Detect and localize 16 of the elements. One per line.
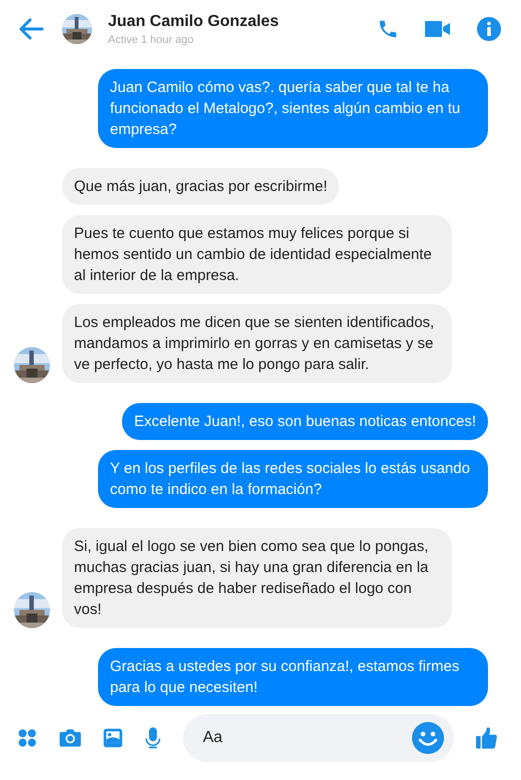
smiley-icon[interactable] <box>412 722 444 754</box>
message-bubble: Los empleados me dicen que se sienten identificados, mandamos a imprimirlo en gorras y en camisetas y se ve perfecto, yo hasta me lo pongo para salir. <box>62 304 452 384</box>
message-bubble: Juan Camilo cómo vas?. quería saber que tal te ha funcionado el Metalogo?, sientes algún cambio en tu empresa? <box>98 69 488 148</box>
message-field[interactable]: Aa <box>182 714 454 762</box>
video-camera-icon[interactable] <box>425 20 451 38</box>
message-bubble: Y en los perfiles de las redes sociales lo estás usando como te indico en la formación? <box>98 450 488 508</box>
message-input[interactable]: Aa <box>200 728 412 748</box>
active-status: Active 1 hour ago <box>108 34 195 46</box>
message-bubble: Si, igual el logo se ven bien como sea que lo pongas, muchas gracias juan, si hay una gran diferencia en la empresa después de haber rediseñado el logo con vos! <box>62 528 452 628</box>
message-bubble: Gracias a ustedes por su confianza!, estamos firmes para lo que necesiten! <box>98 648 488 706</box>
message-bubble: Que más juan, gracias por escribirme! <box>62 168 340 206</box>
message-bubble: Pues te cuento que estamos muy felices porque si hemos sentido un cambio de identidad especialmente al interior de la empresa. <box>62 215 452 294</box>
contact-name: Juan Camilo Gonzales <box>108 12 280 31</box>
info-icon[interactable] <box>477 17 501 42</box>
message-bubble: Excelente Juan!, eso son buenas noticas entonces! <box>122 403 488 440</box>
back-arrow-icon[interactable] <box>18 18 44 40</box>
